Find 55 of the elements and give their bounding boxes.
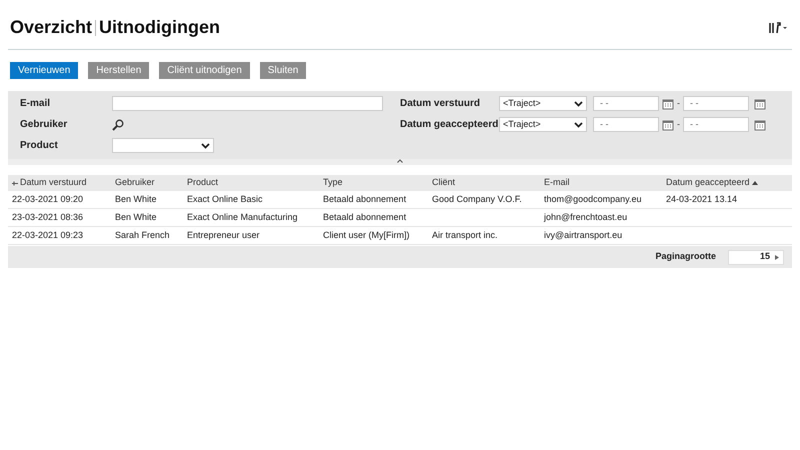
range-separator: -: [677, 118, 680, 131]
page-size-field[interactable]: 15: [728, 250, 784, 264]
table-cell: Ben White: [115, 212, 157, 222]
toolbar-button[interactable]: Vernieuwen: [10, 62, 78, 79]
email-field[interactable]: [112, 96, 383, 111]
chevron-down-icon: [201, 142, 210, 148]
date-field[interactable]: - -: [593, 117, 659, 132]
chevron-down-icon: [574, 100, 583, 106]
range-separator: -: [677, 96, 680, 110]
table-cell: Good Company V.O.F.: [432, 194, 522, 204]
table-cell: Exact Online Manufacturing: [187, 212, 298, 222]
table-cell: Betaald abonnement: [323, 194, 406, 204]
table-cell: 22-03-2021 09:20: [12, 194, 84, 204]
field-label: Datum geaccepteerd: [400, 118, 499, 132]
range-dropdown[interactable]: <Traject>: [499, 117, 587, 132]
chevron-down-icon: [574, 122, 583, 128]
column-header[interactable]: Datum verstuurd: [20, 176, 87, 190]
date-field[interactable]: - -: [683, 96, 749, 111]
table-cell: ivy@airtransport.eu: [544, 230, 622, 240]
table-cell: Sarah French: [115, 230, 170, 240]
calendar-icon[interactable]: [662, 118, 674, 130]
arrow-right-icon[interactable]: [775, 254, 779, 260]
column-header[interactable]: Datum geaccepteerd: [666, 176, 750, 190]
column-header[interactable]: Gebruiker: [115, 176, 155, 190]
table-cell: john@frenchtoast.eu: [544, 212, 628, 222]
page-title: Overzicht: [10, 16, 92, 39]
column-header[interactable]: Type: [323, 176, 343, 190]
field-label: Gebruiker: [20, 118, 68, 132]
table-cell: 23-03-2021 08:36: [12, 212, 84, 222]
column-header[interactable]: Product: [187, 176, 218, 190]
table-cell: Air transport inc.: [432, 230, 498, 240]
column-header[interactable]: Cliënt: [432, 176, 456, 190]
table-cell: Ben White: [115, 194, 157, 204]
calendar-icon[interactable]: [662, 98, 674, 110]
collapse-icon[interactable]: [397, 159, 403, 163]
date-field[interactable]: - -: [683, 117, 749, 132]
table-cell: Betaald abonnement: [323, 212, 406, 222]
table-cell: 22-03-2021 09:23: [12, 230, 84, 240]
calendar-icon[interactable]: [754, 98, 766, 110]
field-label: Datum verstuurd: [400, 97, 482, 111]
table-cell: Exact Online Basic: [187, 194, 263, 204]
field-label: Product: [20, 139, 59, 153]
range-dropdown[interactable]: <Traject>: [499, 96, 587, 111]
table-cell: thom@goodcompany.eu: [544, 194, 642, 204]
calendar-icon[interactable]: [754, 118, 766, 130]
field-label: Paginagrootte: [655, 250, 716, 264]
search-icon[interactable]: [112, 118, 124, 130]
page-subtitle: Uitnodigingen: [99, 16, 220, 39]
tools-menu[interactable]: [768, 22, 788, 34]
table-cell: Entrepreneur user: [187, 230, 260, 240]
table-cell: 24-03-2021 13.14: [666, 194, 738, 204]
column-header[interactable]: E-mail: [544, 176, 570, 190]
table-cell: Client user (My[Firm]): [323, 230, 410, 240]
field-label: E-mail: [20, 97, 52, 111]
date-field[interactable]: - -: [593, 96, 659, 111]
